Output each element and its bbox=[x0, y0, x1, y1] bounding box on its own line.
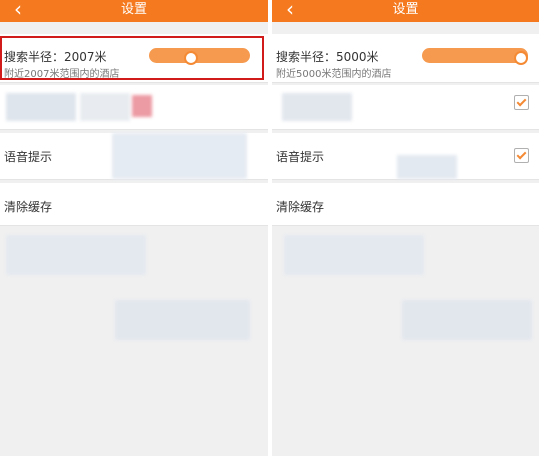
clear-cache-label: 清除缓存 bbox=[4, 200, 53, 214]
blurred-setting-row bbox=[0, 85, 268, 130]
pixelated-region bbox=[6, 93, 76, 121]
voice-prompt-row[interactable]: 语音提示 bbox=[272, 133, 539, 180]
pixelated-region bbox=[132, 95, 152, 117]
clear-cache-row[interactable]: 清除缓存 bbox=[0, 183, 268, 226]
search-radius-slider[interactable] bbox=[422, 48, 528, 65]
pixelated-region bbox=[397, 155, 457, 179]
page-title: 设置 bbox=[120, 2, 147, 17]
pixelated-region bbox=[282, 93, 352, 121]
voice-prompt-label: 语音提示 bbox=[276, 150, 325, 164]
pixelated-region bbox=[80, 93, 130, 121]
clear-cache-label: 清除缓存 bbox=[276, 200, 325, 214]
clear-cache-row[interactable]: 清除缓存 bbox=[272, 183, 539, 226]
search-radius-subtitle: 附近5000米范围内的酒店 bbox=[276, 69, 392, 80]
checkbox-checked-icon[interactable] bbox=[514, 148, 529, 163]
slider-handle[interactable] bbox=[514, 51, 528, 65]
pixelated-region bbox=[112, 133, 247, 179]
top-bar: ‹ 设置 bbox=[272, 0, 539, 22]
search-radius-label: 搜索半径：5000米 bbox=[276, 50, 379, 64]
pixelated-region bbox=[6, 235, 146, 275]
highlight-box bbox=[0, 36, 264, 80]
pixelated-region bbox=[115, 300, 250, 340]
checkbox-checked-icon[interactable] bbox=[514, 95, 529, 110]
voice-prompt-row[interactable]: 语音提示 bbox=[0, 133, 268, 180]
top-bar: ‹ 设置 bbox=[0, 0, 268, 22]
blurred-setting-row[interactable] bbox=[272, 85, 539, 130]
page-title: 设置 bbox=[392, 2, 419, 17]
voice-prompt-label: 语音提示 bbox=[4, 150, 53, 164]
pixelated-region bbox=[402, 300, 532, 340]
pixelated-region bbox=[284, 235, 424, 275]
right-settings-screen: ‹ 设置 搜索半径：5000米 附近5000米范围内的酒店 语音提示 清除缓存 bbox=[272, 0, 539, 456]
